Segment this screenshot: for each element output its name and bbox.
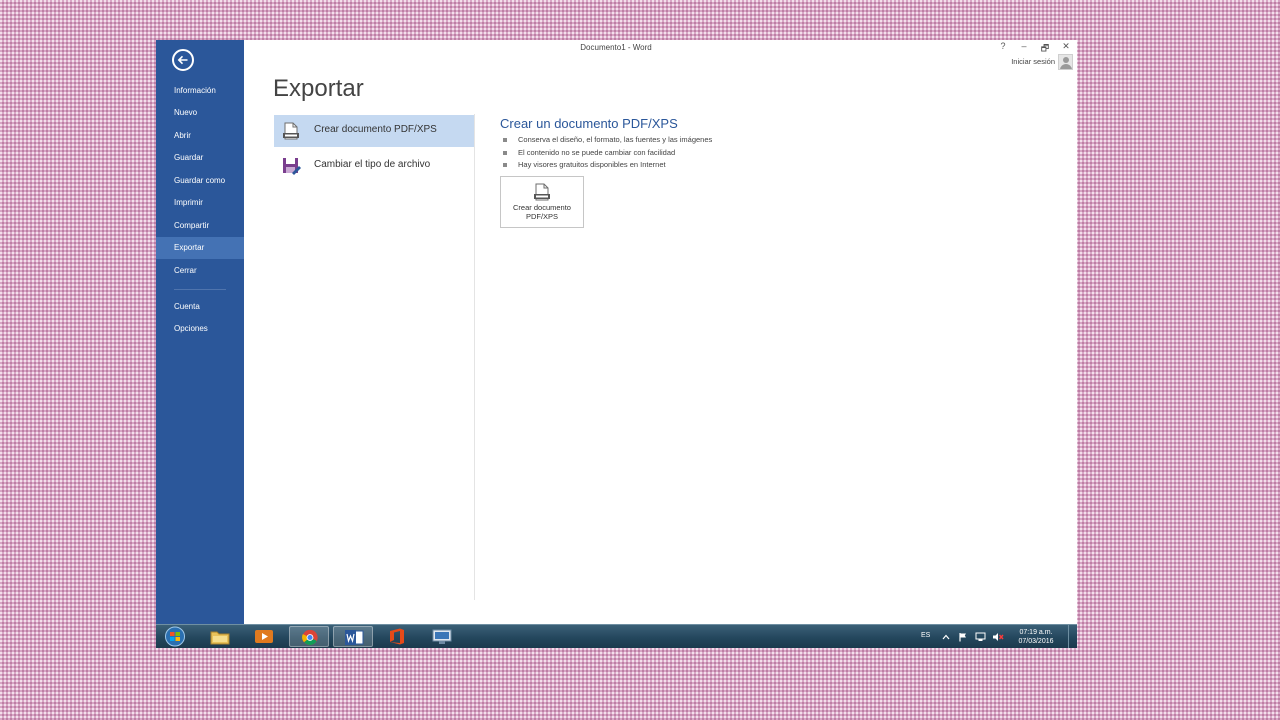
- network-icon[interactable]: [975, 632, 986, 642]
- chrome-icon: [302, 629, 318, 646]
- bullet-item: Conserva el diseño, el formato, las fuen…: [502, 134, 712, 147]
- action-center-flag-icon[interactable]: [958, 632, 968, 642]
- signin-link[interactable]: Iniciar sesión: [1011, 57, 1055, 66]
- page-title: Exportar: [273, 75, 364, 102]
- option-label: Cambiar el tipo de archivo: [314, 159, 431, 170]
- column-divider: [474, 114, 475, 600]
- sidebar-item-abrir[interactable]: Abrir: [156, 125, 244, 147]
- detail-bullet-list: Conserva el diseño, el formato, las fuen…: [502, 134, 712, 172]
- sidebar-item-nuevo[interactable]: Nuevo: [156, 102, 244, 124]
- bullet-item: El contenido no se puede cambiar con fac…: [502, 147, 712, 160]
- file-explorer-icon: [210, 631, 230, 645]
- bullet-square-icon: [503, 150, 507, 155]
- backstage-sidebar: Información Nuevo Abrir Guardar Guardar …: [156, 40, 244, 624]
- sidebar-item-cuenta[interactable]: Cuenta: [156, 296, 244, 318]
- sidebar-item-informacion[interactable]: Información: [156, 80, 244, 102]
- save-as-icon: [283, 158, 301, 175]
- option-label: Crear documento PDF/XPS: [314, 124, 437, 135]
- window-title: Documento1 - Word: [580, 43, 652, 52]
- sidebar-item-opciones[interactable]: Opciones: [156, 318, 244, 340]
- sidebar-divider: [174, 289, 226, 290]
- media-player-icon: [255, 630, 273, 643]
- start-button[interactable]: [161, 626, 189, 647]
- bullet-item: Hay visores gratuitos disponibles en Int…: [502, 159, 712, 172]
- taskbar-remote-desktop[interactable]: [422, 626, 462, 647]
- windows-logo-icon: [165, 626, 185, 647]
- remote-desktop-icon: [432, 629, 452, 644]
- sidebar-item-guardar-como[interactable]: Guardar como: [156, 170, 244, 192]
- pdf-document-icon: [534, 183, 550, 201]
- tray-language[interactable]: ES: [921, 632, 930, 639]
- word-backstage-window: Información Nuevo Abrir Guardar Guardar …: [156, 40, 1077, 624]
- word-icon: [345, 630, 364, 645]
- bullet-square-icon: [503, 163, 507, 167]
- tray-expand-icon[interactable]: [942, 633, 950, 641]
- clock-date: 07/03/2016: [1018, 638, 1054, 645]
- sidebar-item-imprimir[interactable]: Imprimir: [156, 192, 244, 214]
- sidebar-item-cerrar[interactable]: Cerrar: [156, 260, 244, 282]
- sidebar-item-compartir[interactable]: Compartir: [156, 215, 244, 237]
- help-button[interactable]: ?: [997, 41, 1009, 51]
- windows-taskbar: ES 07:19 a.m. 07/03/2016: [156, 624, 1077, 648]
- bullet-square-icon: [503, 138, 507, 142]
- clock-time: 07:19 a.m.: [1019, 629, 1053, 636]
- create-pdf-xps-button[interactable]: Crear documento PDF/XPS: [500, 176, 584, 228]
- option-create-pdf-xps[interactable]: Crear documento PDF/XPS: [274, 115, 474, 147]
- taskbar-file-explorer[interactable]: [200, 626, 240, 647]
- user-avatar-icon[interactable]: [1058, 54, 1073, 70]
- taskbar-word[interactable]: [333, 626, 373, 647]
- taskbar-clock[interactable]: 07:19 a.m. 07/03/2016: [1011, 628, 1061, 646]
- taskbar-chrome[interactable]: [289, 626, 329, 647]
- detail-heading: Crear un documento PDF/XPS: [500, 116, 678, 131]
- close-button[interactable]: ✕: [1060, 41, 1072, 52]
- option-change-file-type[interactable]: Cambiar el tipo de archivo: [274, 150, 474, 182]
- show-desktop-button[interactable]: [1068, 625, 1077, 648]
- pdf-document-icon: [283, 122, 299, 140]
- sidebar-item-exportar[interactable]: Exportar: [156, 237, 244, 259]
- create-pdf-xps-button-label: Crear documento PDF/XPS: [513, 203, 571, 221]
- taskbar-media-player[interactable]: [244, 626, 284, 647]
- minimize-button[interactable]: –: [1018, 41, 1030, 51]
- office-icon: [390, 628, 404, 645]
- taskbar-office[interactable]: [377, 626, 417, 647]
- back-button[interactable]: [172, 49, 194, 71]
- sidebar-item-guardar[interactable]: Guardar: [156, 147, 244, 169]
- restore-button[interactable]: 🗗: [1039, 41, 1051, 57]
- desktop-screen: Información Nuevo Abrir Guardar Guardar …: [156, 40, 1077, 648]
- back-arrow-icon: [177, 55, 188, 65]
- volume-muted-icon[interactable]: [992, 632, 1004, 642]
